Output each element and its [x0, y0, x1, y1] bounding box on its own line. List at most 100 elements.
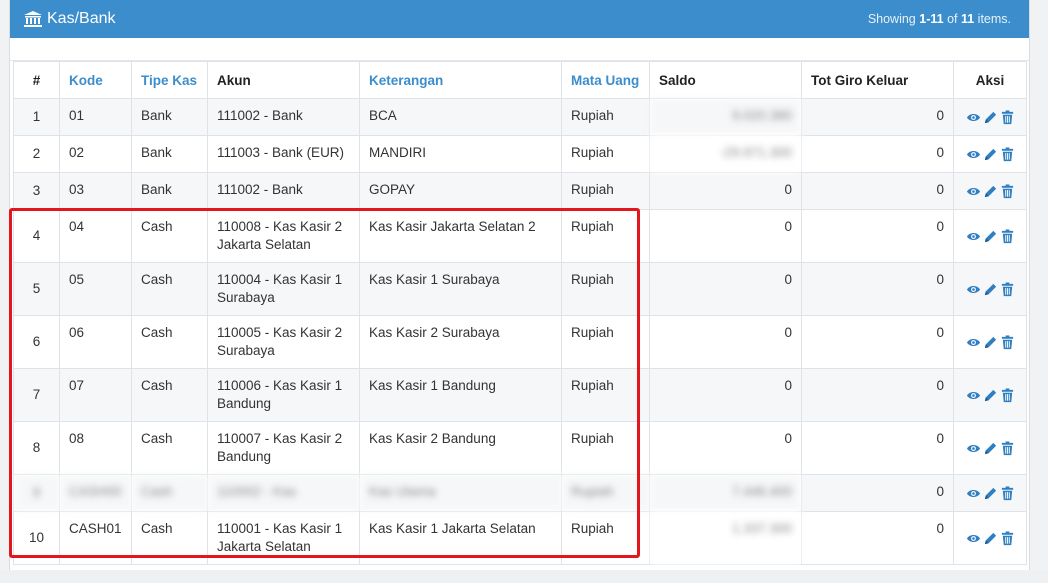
delete-icon[interactable] — [1000, 282, 1015, 297]
edit-icon[interactable] — [983, 531, 998, 546]
summary-text: Showing 1-11 of 11 items. — [868, 12, 1011, 26]
cell-mata-uang: Rupiah — [561, 172, 650, 210]
delete-icon[interactable] — [1000, 147, 1015, 162]
table-row: 10 CASH01 Cash 110001 - Kas Kasir 1 Jakarta… — [13, 511, 1027, 565]
cell-keterangan: BCA — [359, 98, 562, 136]
edit-icon[interactable] — [983, 184, 998, 199]
cell-tipe-kas: Cash — [131, 209, 208, 263]
cell-keterangan: Kas Kasir Jakarta Selatan 2 — [359, 209, 562, 263]
row-number: 2 — [13, 135, 60, 173]
summary-of: of — [943, 12, 961, 26]
panel-title: Kas/Bank — [24, 10, 115, 28]
edit-icon[interactable] — [983, 147, 998, 162]
edit-icon[interactable] — [983, 282, 998, 297]
row-number: 1 — [13, 98, 60, 136]
cell-tot-giro-keluar: 0 — [801, 172, 954, 210]
footer-bar — [0, 570, 1048, 583]
cell-akun: 111002 - Bank — [207, 98, 360, 136]
cell-keterangan: Kas Kasir 2 Surabaya — [359, 315, 562, 369]
header-keterangan[interactable]: Keterangan — [359, 61, 562, 99]
view-icon[interactable] — [966, 531, 981, 546]
cell-tot-giro-keluar: 0 — [801, 98, 954, 136]
table-row: 7 07 Cash 110006 - Kas Kasir 1 Bandung Kas K… — [13, 368, 1027, 422]
delete-icon[interactable] — [1000, 531, 1015, 546]
toolbar-strip — [10, 38, 1029, 61]
header-kode[interactable]: Kode — [59, 61, 132, 99]
row-actions — [953, 262, 1027, 316]
delete-icon[interactable] — [1000, 441, 1015, 456]
row-number: 7 — [13, 368, 60, 422]
summary-range: 1-11 — [919, 12, 944, 26]
row-actions — [953, 511, 1027, 565]
edit-icon[interactable] — [983, 110, 998, 125]
row-actions — [953, 315, 1027, 369]
cell-tipe-kas: Cash — [131, 474, 208, 512]
view-icon[interactable] — [966, 486, 981, 501]
view-icon[interactable] — [966, 441, 981, 456]
view-icon[interactable] — [966, 229, 981, 244]
row-number: 8 — [13, 421, 60, 475]
delete-icon[interactable] — [1000, 388, 1015, 403]
header-akun: Akun — [207, 61, 360, 99]
cell-saldo: 9.020.380 — [649, 98, 802, 136]
cell-keterangan: Kas Kasir 1 Bandung — [359, 368, 562, 422]
row-actions — [953, 421, 1027, 475]
cell-akun: 111003 - Bank (EUR) — [207, 135, 360, 173]
header-no: # — [13, 61, 60, 99]
edit-icon[interactable] — [983, 335, 998, 350]
summary-suffix: items. — [974, 12, 1011, 26]
cell-saldo: 0 — [649, 262, 802, 316]
cell-tipe-kas: Cash — [131, 421, 208, 475]
row-actions — [953, 209, 1027, 263]
delete-icon[interactable] — [1000, 110, 1015, 125]
cell-saldo: 0 — [649, 421, 802, 475]
table-row: 5 05 Cash 110004 - Kas Kasir 1 Surabaya Kas … — [13, 262, 1027, 316]
row-actions — [953, 368, 1027, 422]
header-mata-uang[interactable]: Mata Uang — [561, 61, 650, 99]
panel-header: Kas/Bank Showing 1-11 of 11 items. — [10, 0, 1029, 38]
cell-akun: 110005 - Kas Kasir 2 Surabaya — [207, 315, 360, 369]
delete-icon[interactable] — [1000, 229, 1015, 244]
row-number: 9 — [13, 474, 60, 512]
cell-keterangan: Kas Kasir 2 Bandung — [359, 421, 562, 475]
cell-kode: 03 — [59, 172, 132, 210]
cell-akun: 110004 - Kas Kasir 1 Surabaya — [207, 262, 360, 316]
cell-tipe-kas: Bank — [131, 98, 208, 136]
edit-icon[interactable] — [983, 441, 998, 456]
delete-icon[interactable] — [1000, 335, 1015, 350]
cell-akun: 111002 - Bank — [207, 172, 360, 210]
cell-kode: CASH00 — [59, 474, 132, 512]
row-actions — [953, 98, 1027, 136]
cell-mata-uang: Rupiah — [561, 209, 650, 263]
view-icon[interactable] — [966, 335, 981, 350]
edit-icon[interactable] — [983, 229, 998, 244]
edit-icon[interactable] — [983, 388, 998, 403]
table-row: 2 02 Bank 111003 - Bank (EUR) MANDIRI Rupiah -… — [13, 135, 1027, 173]
cell-saldo: 7.446.400 — [649, 474, 802, 512]
view-icon[interactable] — [966, 184, 981, 199]
table-row: 9 CASH00 Cash 110002 - Kas Kas Utama Rupiah 7.… — [13, 474, 1027, 512]
cell-saldo: -29.971.300 — [649, 135, 802, 173]
cell-akun: 110002 - Kas — [207, 474, 360, 512]
view-icon[interactable] — [966, 388, 981, 403]
cell-tot-giro-keluar: 0 — [801, 511, 954, 565]
cell-keterangan: Kas Kasir 1 Surabaya — [359, 262, 562, 316]
cell-tot-giro-keluar: 0 — [801, 315, 954, 369]
cell-kode: 07 — [59, 368, 132, 422]
table-row: 6 06 Cash 110005 - Kas Kasir 2 Surabaya Kas … — [13, 315, 1027, 369]
header-saldo: Saldo — [649, 61, 802, 99]
edit-icon[interactable] — [983, 486, 998, 501]
panel-title-text: Kas/Bank — [47, 10, 116, 27]
delete-icon[interactable] — [1000, 486, 1015, 501]
cell-kode: CASH01 — [59, 511, 132, 565]
view-icon[interactable] — [966, 282, 981, 297]
cell-keterangan: GOPAY — [359, 172, 562, 210]
view-icon[interactable] — [966, 110, 981, 125]
view-icon[interactable] — [966, 147, 981, 162]
table-row: 8 08 Cash 110007 - Kas Kasir 2 Bandung Kas K… — [13, 421, 1027, 475]
bank-icon — [24, 11, 42, 27]
delete-icon[interactable] — [1000, 184, 1015, 199]
cell-keterangan: Kas Kasir 1 Jakarta Selatan — [359, 511, 562, 565]
header-tipe-kas[interactable]: Tipe Kas — [131, 61, 208, 99]
cell-mata-uang: Rupiah — [561, 421, 650, 475]
